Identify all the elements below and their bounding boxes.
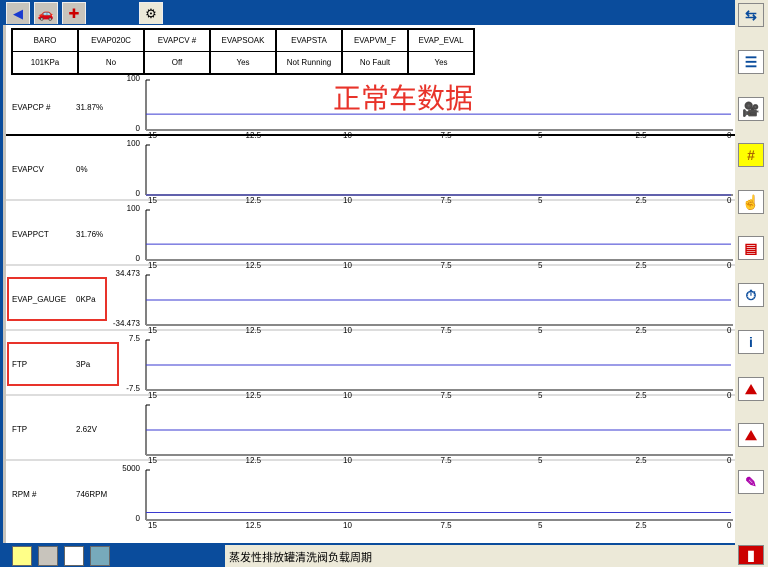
x-tick-label: 0	[727, 521, 732, 530]
toolbox-tab-icon[interactable]: ✚	[62, 2, 86, 24]
grid-pointer-icon[interactable]	[38, 546, 58, 566]
x-tick-label: 12.5	[245, 391, 262, 400]
x-tick-label: 10	[343, 131, 352, 140]
camera-icon[interactable]: 🎥	[738, 97, 764, 121]
x-tick-label: 0	[727, 391, 732, 400]
x-tick-label: 12.5	[245, 521, 262, 530]
pid-value: 31.87%	[76, 103, 104, 112]
x-tick-label: 10	[343, 326, 352, 335]
y-max-label: 100	[126, 74, 140, 83]
x-tick-label: 12.5	[245, 326, 262, 335]
back-tab-icon[interactable]: ◀	[6, 2, 30, 24]
x-tick-label: 7.5	[440, 131, 452, 140]
x-tick-label: 5	[538, 456, 543, 465]
x-tick-label: 15	[148, 261, 157, 270]
stopwatch-icon[interactable]: ⏱	[738, 283, 764, 307]
y-min-label: -34.473	[112, 319, 140, 328]
x-tick-label: 15	[148, 456, 157, 465]
graph-view-icon[interactable]: ⛰	[738, 377, 764, 401]
x-tick-label: 5	[538, 391, 543, 400]
x-tick-label: 2.5	[635, 326, 647, 335]
x-tick-label: 12.5	[245, 456, 262, 465]
y-min-label: 0	[135, 254, 140, 263]
x-tick-label: 5	[538, 196, 543, 205]
y-max-label: 7.5	[128, 334, 140, 343]
y-max-label: 5000	[122, 464, 140, 473]
swap-icon[interactable]: ⇆	[738, 3, 764, 27]
x-tick-label: 10	[343, 196, 352, 205]
exit-icon[interactable]: ▮	[738, 545, 764, 565]
x-tick-label: 15	[148, 326, 157, 335]
right-toolbar: ⇆ ☰ 🎥 # ☝ ▤ ⏱ i ⛰ ⛰ ✎ ▮	[735, 0, 768, 567]
y-min-label: 0	[135, 189, 140, 198]
pid-name: EVAPCP #	[12, 103, 51, 112]
x-tick-label: 2.5	[635, 261, 647, 270]
x-tick-label: 10	[343, 391, 352, 400]
x-tick-label: 7.5	[440, 326, 452, 335]
y-min-label: 0	[135, 124, 140, 133]
x-tick-label: 10	[343, 261, 352, 270]
pid-name: EVAPCV	[12, 165, 44, 174]
tools-icon[interactable]	[12, 546, 32, 566]
select-pointer-icon[interactable]: ☝	[738, 190, 764, 214]
bottom-bar: 蒸发性排放罐清洗阀负载周期	[0, 543, 735, 567]
x-tick-label: 7.5	[440, 261, 452, 270]
edit-icon[interactable]: ✎	[738, 470, 764, 494]
x-tick-label: 15	[148, 391, 157, 400]
list-icon[interactable]: ☰	[738, 50, 764, 74]
x-tick-label: 12.5	[245, 196, 262, 205]
x-tick-label: 0	[727, 456, 732, 465]
x-tick-label: 7.5	[440, 196, 452, 205]
y-max-label: 34.473	[115, 269, 140, 278]
plots-svg	[6, 79, 738, 521]
x-tick-label: 5	[538, 131, 543, 140]
y-max-label: 100	[126, 139, 140, 148]
pid-name: EVAPPCT	[12, 230, 49, 239]
status-description: 蒸发性排放罐清洗阀负载周期	[225, 545, 735, 567]
datalogger-tab-icon[interactable]: ⚙	[139, 2, 163, 24]
highlight-box	[7, 342, 119, 386]
x-tick-label: 0	[727, 326, 732, 335]
x-tick-label: 5	[538, 261, 543, 270]
pid-value: 31.76%	[76, 230, 104, 239]
record-list-icon[interactable]: ▤	[738, 236, 764, 260]
x-tick-label: 2.5	[635, 391, 647, 400]
graph-trigger-icon[interactable]: ⛰	[738, 423, 764, 447]
x-tick-label: 12.5	[245, 131, 262, 140]
vehicle-tab-icon[interactable]: 🚗	[34, 2, 58, 24]
x-tick-label: 0	[727, 196, 732, 205]
pid-value: 746RPM	[76, 490, 108, 499]
pid-name: RPM #	[12, 490, 37, 499]
x-tick-label: 15	[148, 521, 157, 530]
pid-value: 0%	[76, 165, 88, 174]
x-tick-label: 2.5	[635, 521, 647, 530]
graph-area: BARO 101KPa EVAP020C No EVAPCV # Off EVAPSOAK Y…	[3, 25, 738, 543]
x-tick-label: 2.5	[635, 131, 647, 140]
x-tick-label: 5	[538, 326, 543, 335]
y-min-label: -7.5	[126, 384, 140, 393]
x-tick-label: 7.5	[440, 456, 452, 465]
x-tick-label: 10	[343, 456, 352, 465]
x-tick-label: 5	[538, 521, 543, 530]
x-tick-label: 10	[343, 521, 352, 530]
text-graph-icon[interactable]	[64, 546, 84, 566]
x-tick-label: 0	[727, 131, 732, 140]
x-tick-label: 12.5	[245, 261, 262, 270]
highlight-box	[7, 277, 107, 321]
x-tick-label: 15	[148, 131, 157, 140]
y-min-label: 0	[135, 514, 140, 523]
pid-name: FTP	[12, 425, 28, 434]
hash-icon[interactable]: #	[738, 143, 764, 167]
x-tick-label: 0	[727, 261, 732, 270]
pid-value: 2.62V	[76, 425, 97, 434]
x-tick-label: 15	[148, 196, 157, 205]
x-tick-label: 2.5	[635, 196, 647, 205]
x-tick-label: 7.5	[440, 391, 452, 400]
meter-icon[interactable]	[90, 546, 110, 566]
x-tick-label: 2.5	[635, 456, 647, 465]
x-tick-label: 7.5	[440, 521, 452, 530]
y-max-label: 100	[126, 204, 140, 213]
info-icon[interactable]: i	[738, 330, 764, 354]
